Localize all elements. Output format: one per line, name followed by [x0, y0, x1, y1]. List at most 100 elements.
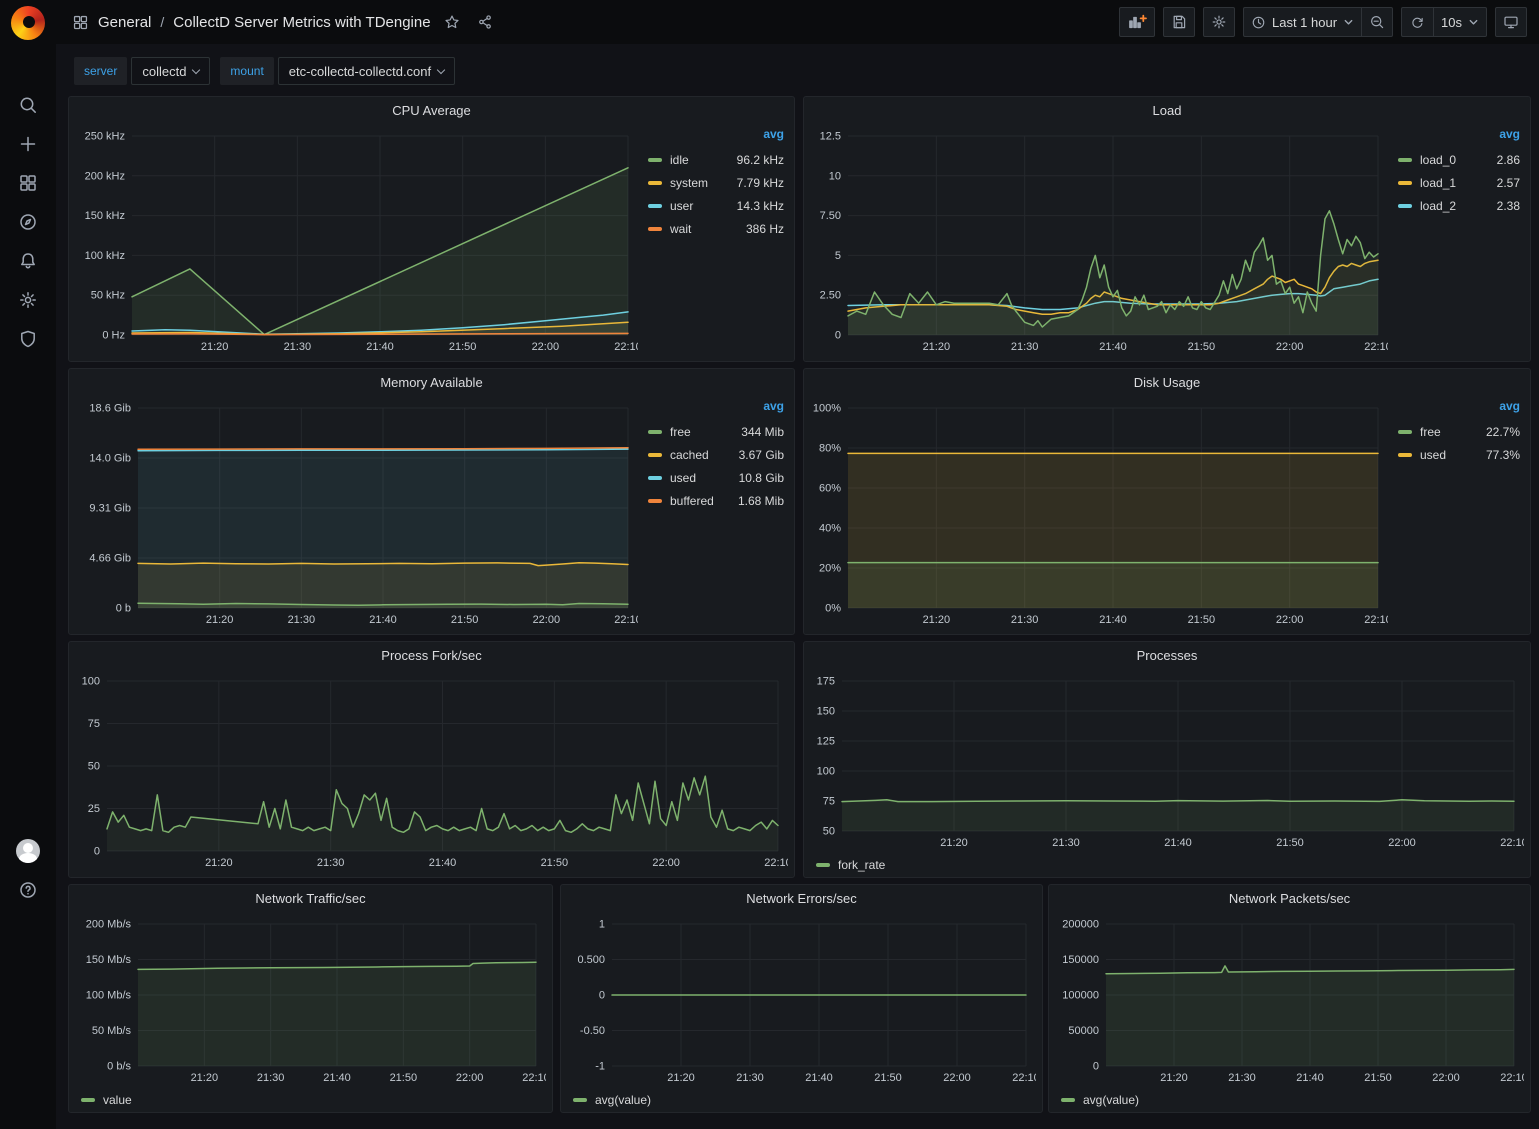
legend-item-used[interactable]: used10.8 Gib	[646, 466, 786, 489]
save-dashboard-button[interactable]	[1163, 7, 1195, 37]
time-range-picker[interactable]: Last 1 hour	[1243, 7, 1361, 37]
refresh-interval-dropdown[interactable]: 10s	[1433, 7, 1487, 37]
legend-label: cached	[670, 448, 709, 462]
legend-item-free[interactable]: free22.7%	[1396, 420, 1522, 443]
refresh-interval-label: 10s	[1441, 15, 1462, 30]
svg-text:21:30: 21:30	[1011, 341, 1039, 353]
svg-text:21:40: 21:40	[1099, 341, 1127, 353]
svg-text:22:10: 22:10	[1364, 341, 1388, 353]
refresh-icon	[1410, 15, 1425, 30]
legend-avg-header[interactable]: avg	[1396, 399, 1522, 420]
svg-text:175: 175	[817, 676, 835, 688]
svg-text:0 b: 0 b	[116, 603, 131, 615]
legend-swatch	[81, 1098, 95, 1102]
svg-text:21:30: 21:30	[1011, 614, 1039, 626]
svg-text:21:50: 21:50	[1276, 837, 1304, 849]
grafana-logo[interactable]	[10, 5, 46, 41]
legend-item-system[interactable]: system7.79 kHz	[646, 171, 786, 194]
help-button[interactable]	[0, 871, 56, 909]
chart-fork[interactable]: 025507510021:2021:3021:4021:5022:0022:10	[75, 668, 788, 871]
legend-item-load_1[interactable]: load_12.57	[1396, 171, 1522, 194]
sidebar-item-alerting[interactable]	[0, 242, 56, 280]
refresh-button[interactable]	[1401, 7, 1433, 37]
legend-processes[interactable]: fork_rate	[816, 858, 885, 872]
panel-title-netpackets[interactable]: Network Packets/sec	[1049, 885, 1530, 911]
svg-text:2.50: 2.50	[820, 290, 841, 302]
variable-server-label: server	[74, 57, 127, 85]
sidebar-item-search[interactable]	[0, 86, 56, 124]
legend-swatch	[1398, 181, 1412, 185]
panel-title-disk[interactable]: Disk Usage	[804, 369, 1530, 395]
chart-processes[interactable]: 507510012515017521:2021:3021:4021:5022:0…	[810, 668, 1524, 851]
svg-text:100 kHz: 100 kHz	[85, 250, 125, 262]
sidebar-item-server-admin[interactable]	[0, 320, 56, 358]
sidebar-item-create[interactable]	[0, 125, 56, 163]
clock-icon	[1251, 15, 1266, 30]
svg-text:21:50: 21:50	[449, 341, 477, 353]
legend-swatch	[648, 430, 662, 434]
sidebar-item-explore[interactable]	[0, 203, 56, 241]
variable-server-value-dropdown[interactable]: collectd	[131, 57, 210, 85]
panel-load: Load02.5057.501012.521:2021:3021:4021:50…	[803, 96, 1531, 362]
svg-text:21:50: 21:50	[1188, 341, 1216, 353]
breadcrumb-section[interactable]: General	[98, 14, 151, 31]
panel-title-processes[interactable]: Processes	[804, 642, 1530, 668]
panel-title-memory[interactable]: Memory Available	[69, 369, 794, 395]
chart-nettraffic[interactable]: 0 b/s50 Mb/s100 Mb/s150 Mb/s200 Mb/s21:2…	[75, 911, 546, 1086]
favorite-button[interactable]	[440, 10, 464, 34]
time-range-label: Last 1 hour	[1272, 15, 1337, 30]
help-icon	[18, 880, 38, 900]
share-button[interactable]	[473, 10, 497, 34]
legend-avg-header[interactable]: avg	[1396, 127, 1522, 148]
panel-title-neterrors[interactable]: Network Errors/sec	[561, 885, 1042, 911]
legend-item-used[interactable]: used77.3%	[1396, 443, 1522, 466]
legend-neterrors[interactable]: avg(value)	[573, 1093, 651, 1107]
page-title[interactable]: CollectD Server Metrics with TDengine	[173, 14, 430, 31]
legend-item-load_2[interactable]: load_22.38	[1396, 194, 1522, 217]
legend-item-buffered[interactable]: buffered1.68 Mib	[646, 489, 786, 512]
legend-avg-header[interactable]: avg	[646, 127, 786, 148]
legend-swatch	[648, 158, 662, 162]
chart-memory[interactable]: 0 b4.66 Gib9.31 Gib14.0 Gib18.6 Gib21:20…	[75, 395, 638, 628]
legend-swatch	[648, 476, 662, 480]
share-icon	[477, 14, 493, 30]
legend-item-load_0[interactable]: load_02.86	[1396, 148, 1522, 171]
legend-label: free	[1420, 425, 1441, 439]
legend-nettraffic[interactable]: value	[81, 1093, 132, 1107]
chart-load[interactable]: 02.5057.501012.521:2021:3021:4021:5022:0…	[810, 123, 1388, 355]
panel-title-cpu[interactable]: CPU Average	[69, 97, 794, 123]
variable-mount-value-dropdown[interactable]: etc-collectd-collectd.conf	[278, 57, 455, 85]
chart-cpu[interactable]: 0 Hz50 kHz100 kHz150 kHz200 kHz250 kHz21…	[75, 123, 638, 355]
svg-text:22:10: 22:10	[614, 614, 638, 626]
panel-title-fork[interactable]: Process Fork/sec	[69, 642, 794, 668]
legend-label: load_0	[1420, 153, 1456, 167]
user-avatar-button[interactable]	[0, 832, 56, 870]
legend-item-user[interactable]: user14.3 kHz	[646, 194, 786, 217]
legend-label: idle	[670, 153, 689, 167]
legend-avg-header[interactable]: avg	[646, 399, 786, 420]
legend-item-idle[interactable]: idle96.2 kHz	[646, 148, 786, 171]
add-panel-icon	[1127, 13, 1147, 31]
svg-text:21:30: 21:30	[284, 341, 312, 353]
chart-disk[interactable]: 0%20%40%60%80%100%21:2021:3021:4021:5022…	[810, 395, 1388, 628]
legend-item-wait[interactable]: wait386 Hz	[646, 217, 786, 240]
chevron-down-icon	[1468, 17, 1479, 28]
panel-title-nettraffic[interactable]: Network Traffic/sec	[69, 885, 552, 911]
legend-item-cached[interactable]: cached3.67 Gib	[646, 443, 786, 466]
legend-item-free[interactable]: free344 Mib	[646, 420, 786, 443]
legend-swatch	[573, 1098, 587, 1102]
dashboard-settings-button[interactable]	[1203, 7, 1235, 37]
svg-text:60%: 60%	[819, 483, 841, 495]
bell-icon	[18, 251, 38, 271]
svg-text:12.5: 12.5	[820, 131, 841, 143]
panel-title-load[interactable]: Load	[804, 97, 1530, 123]
cycle-view-button[interactable]	[1495, 7, 1527, 37]
zoom-out-time-button[interactable]	[1361, 7, 1393, 37]
legend-netpackets[interactable]: avg(value)	[1061, 1093, 1139, 1107]
chart-neterrors[interactable]: -1-0.5000.500121:2021:3021:4021:5022:002…	[567, 911, 1036, 1086]
chart-netpackets[interactable]: 05000010000015000020000021:2021:3021:402…	[1055, 911, 1524, 1086]
svg-text:0: 0	[1093, 1061, 1099, 1073]
add-panel-button[interactable]	[1119, 7, 1155, 37]
sidebar-item-dashboards[interactable]	[0, 164, 56, 202]
sidebar-item-configuration[interactable]	[0, 281, 56, 319]
